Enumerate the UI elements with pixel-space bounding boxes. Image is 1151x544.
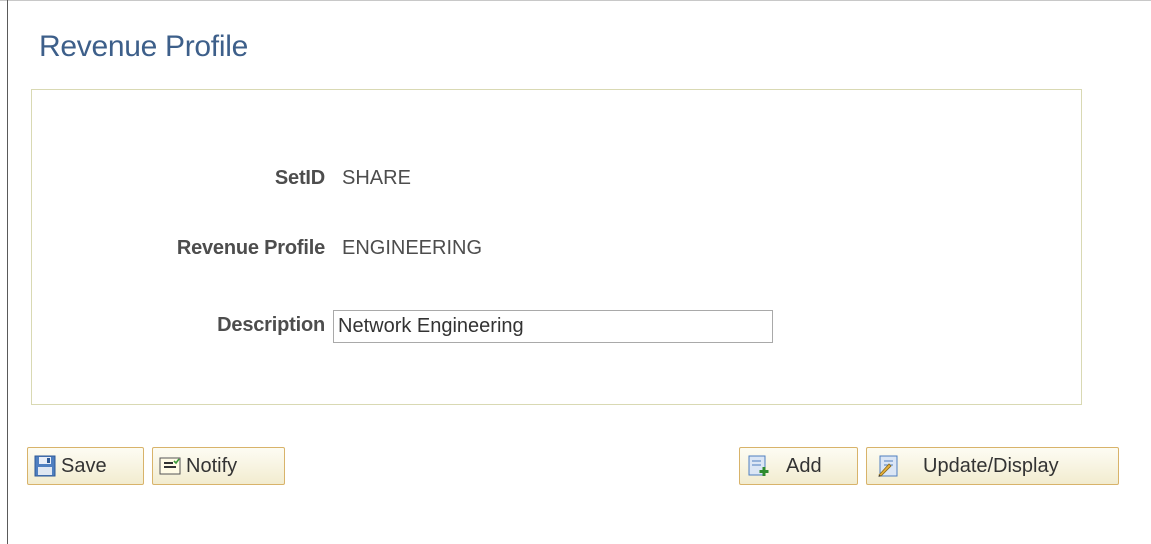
setid-label: SetID xyxy=(274,167,325,189)
description-label: Description xyxy=(217,314,325,336)
add-icon xyxy=(748,455,770,477)
update-display-icon xyxy=(877,455,899,477)
add-button-label: Add xyxy=(786,454,822,477)
description-input[interactable] xyxy=(333,310,773,343)
update-display-button-label: Update/Display xyxy=(923,454,1059,477)
window-top-border xyxy=(0,0,1151,1)
save-button-label: Save xyxy=(61,454,107,477)
page-title: Revenue Profile xyxy=(39,30,248,63)
update-display-button[interactable]: Update/Display xyxy=(866,447,1119,485)
notify-button-label: Notify xyxy=(186,454,238,477)
save-button[interactable]: Save xyxy=(27,447,144,485)
notify-icon xyxy=(159,455,181,477)
notify-button[interactable]: Notify xyxy=(152,447,285,485)
save-icon xyxy=(34,455,56,477)
add-button[interactable]: Add xyxy=(739,447,858,485)
revenue-profile-label: Revenue Profile xyxy=(176,237,325,259)
revenue-profile-value: ENGINEERING xyxy=(342,237,483,259)
window-left-border xyxy=(7,0,8,544)
setid-value: SHARE xyxy=(342,167,411,189)
